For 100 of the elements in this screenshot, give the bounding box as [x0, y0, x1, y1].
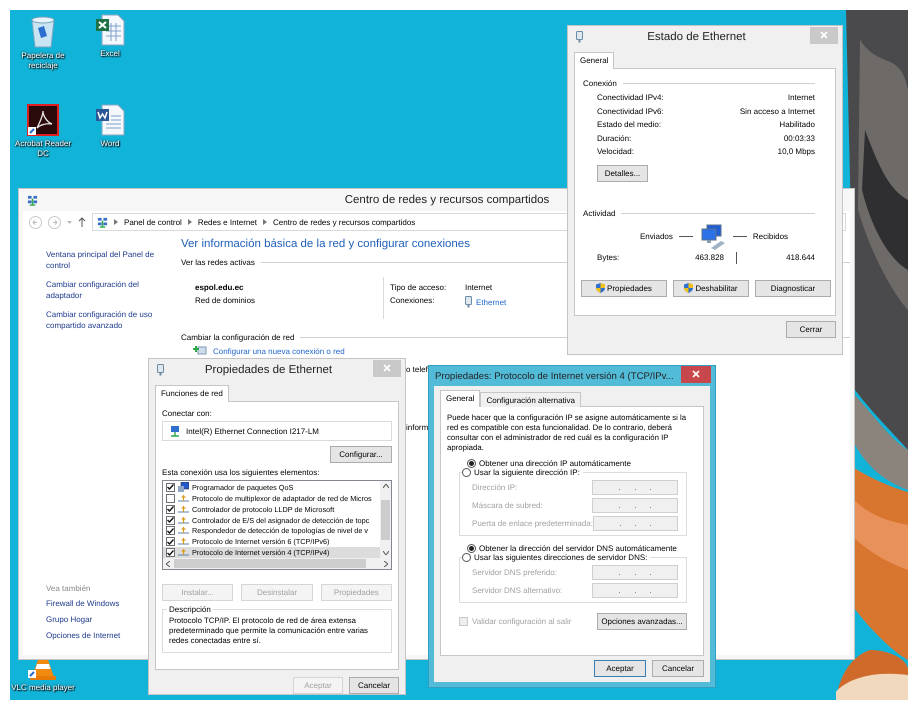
details-button[interactable]: Detalles...	[597, 164, 648, 182]
spreadsheet-icon	[95, 14, 125, 46]
page-heading: Ver información básica de la red y configurar conexiones	[181, 238, 471, 250]
dialog-button[interactable]: Cancelar	[349, 677, 399, 694]
scheduler-icon	[178, 482, 189, 492]
close-icon	[820, 31, 828, 39]
field-label: Conexiones:	[390, 296, 436, 307]
breadcrumb-arrow-icon	[262, 219, 267, 225]
tab[interactable]: Funciones de red	[155, 385, 229, 402]
see-also-title: Vea también	[46, 584, 92, 593]
sidebar-link[interactable]: Cambiar configuración de uso compartido avanzado	[46, 309, 169, 331]
network-name: espol.edu.ec	[195, 283, 244, 292]
task-description: inform	[406, 423, 428, 432]
status-value: 10,0 Mbps	[778, 147, 815, 156]
ip-address-field[interactable]	[592, 583, 678, 598]
protocol-icon	[178, 527, 189, 534]
bytes-sent: 463.828	[695, 253, 724, 262]
radio-label: Obtener la dirección del servidor DNS automáticamente	[479, 544, 677, 553]
close-dialog-button[interactable]: Cerrar	[786, 321, 836, 338]
action-button[interactable]: Deshabilitar	[672, 280, 749, 296]
protocol-icon	[178, 494, 189, 502]
network-icon	[27, 194, 38, 206]
plug-icon	[465, 296, 472, 308]
window-title: Estado de Ethernet	[646, 31, 747, 43]
breadcrumb-arrow-icon	[188, 219, 192, 225]
breadcrumb-item[interactable]: Panel de control	[124, 218, 182, 226]
sidebar-link[interactable]: Cambiar configuración del adaptador	[46, 279, 169, 301]
shield-icon	[684, 283, 694, 293]
protocol-icon	[178, 549, 189, 556]
status-label: Duración:	[597, 134, 632, 143]
bytes-received: 418.644	[786, 253, 815, 262]
checkbox[interactable]	[166, 516, 175, 524]
vertical-scrollbar[interactable]	[380, 481, 391, 558]
section-title: Cambiar la configuración de red	[181, 333, 294, 342]
status-label: Conectividad IPv6:	[597, 106, 664, 116]
dialog-button[interactable]: Cancelar	[652, 660, 704, 677]
tab[interactable]: General	[440, 390, 480, 407]
close-icon	[383, 364, 391, 372]
radio-label: Usar la siguiente dirección IP:	[474, 468, 580, 477]
field-label: Tipo de acceso:	[390, 283, 448, 292]
adapter-icon	[169, 426, 180, 436]
section-title: Conexión	[583, 79, 617, 88]
radio-button[interactable]	[467, 459, 476, 468]
document-icon	[95, 104, 125, 136]
task-link[interactable]: Configurar una nueva conexión o red	[213, 346, 345, 356]
network-icon	[97, 216, 108, 228]
breadcrumb-item[interactable]: Centro de redes y recursos compartidos	[272, 218, 416, 226]
checkbox[interactable]	[166, 494, 175, 503]
dialog-button[interactable]: Aceptar	[594, 660, 646, 677]
close-icon	[692, 370, 700, 378]
radio-button[interactable]	[462, 553, 471, 562]
section-title: Ver las redes activas	[181, 258, 255, 267]
field-label: Puerta de enlace predeterminada:	[472, 519, 593, 528]
plug-icon	[576, 31, 583, 43]
checkbox[interactable]	[166, 548, 175, 558]
protocol-icon	[178, 538, 189, 546]
action-button[interactable]: Propiedades	[581, 280, 667, 296]
radio-button[interactable]	[467, 544, 476, 553]
checkbox[interactable]	[166, 537, 175, 546]
scroll-right-icon[interactable]	[384, 560, 388, 566]
breadcrumb-item[interactable]: Redes e Internet	[198, 218, 257, 226]
field-label: Conectar con:	[162, 409, 213, 418]
network-type: Red de dominios	[195, 296, 256, 305]
sidebar-link[interactable]: Ventana principal del Panel de control	[46, 249, 169, 271]
configure-button[interactable]: Configurar...	[330, 446, 392, 463]
ip-address-field[interactable]	[592, 498, 678, 513]
status-value: Habilitado	[779, 120, 815, 130]
tab[interactable]: General	[574, 52, 614, 69]
protocol-icon	[178, 506, 189, 513]
checkbox-label: Validar configuración al salir	[472, 617, 572, 626]
status-value: 00:03:33	[784, 134, 815, 143]
breadcrumb-arrow-icon	[114, 219, 118, 225]
window-title: Propiedades de Ethernet	[204, 364, 334, 376]
status-label: Velocidad:	[597, 147, 634, 156]
ip-address-field[interactable]	[592, 516, 678, 531]
tab[interactable]: Configuración alternativa	[480, 392, 581, 407]
advanced-button[interactable]: Opciones avanzadas...	[597, 613, 687, 630]
checkbox[interactable]	[166, 482, 175, 492]
checkbox[interactable]	[166, 504, 175, 514]
field-label: Esta conexión usa los siguientes elementos:	[162, 468, 320, 477]
ip-address-field[interactable]	[592, 480, 678, 495]
plug-icon	[157, 364, 164, 376]
connection-link[interactable]: Ethernet	[476, 298, 506, 306]
close-button[interactable]	[681, 366, 711, 382]
scroll-up-icon[interactable]	[382, 484, 388, 488]
radio-label: Usar las siguientes direcciones de servidor DNS:	[474, 553, 648, 562]
field-label: Dirección IP:	[472, 483, 518, 492]
scroll-left-icon[interactable]	[166, 560, 170, 566]
field-label: Servidor DNS alternativo:	[472, 586, 562, 595]
up-arrow-icon[interactable]	[78, 217, 86, 227]
ip-address-field[interactable]	[592, 565, 678, 580]
scroll-down-icon[interactable]	[382, 551, 388, 555]
action-button[interactable]: Diagnosticar	[754, 280, 831, 296]
horizontal-scrollbar[interactable]	[163, 558, 391, 569]
checkbox[interactable]	[166, 526, 175, 536]
field-label: Máscara de subred:	[472, 501, 543, 510]
radio-button[interactable]	[462, 468, 471, 477]
status-label: Estado del medio:	[597, 120, 662, 130]
protocol-icon	[178, 516, 189, 524]
computers-icon	[698, 224, 727, 250]
